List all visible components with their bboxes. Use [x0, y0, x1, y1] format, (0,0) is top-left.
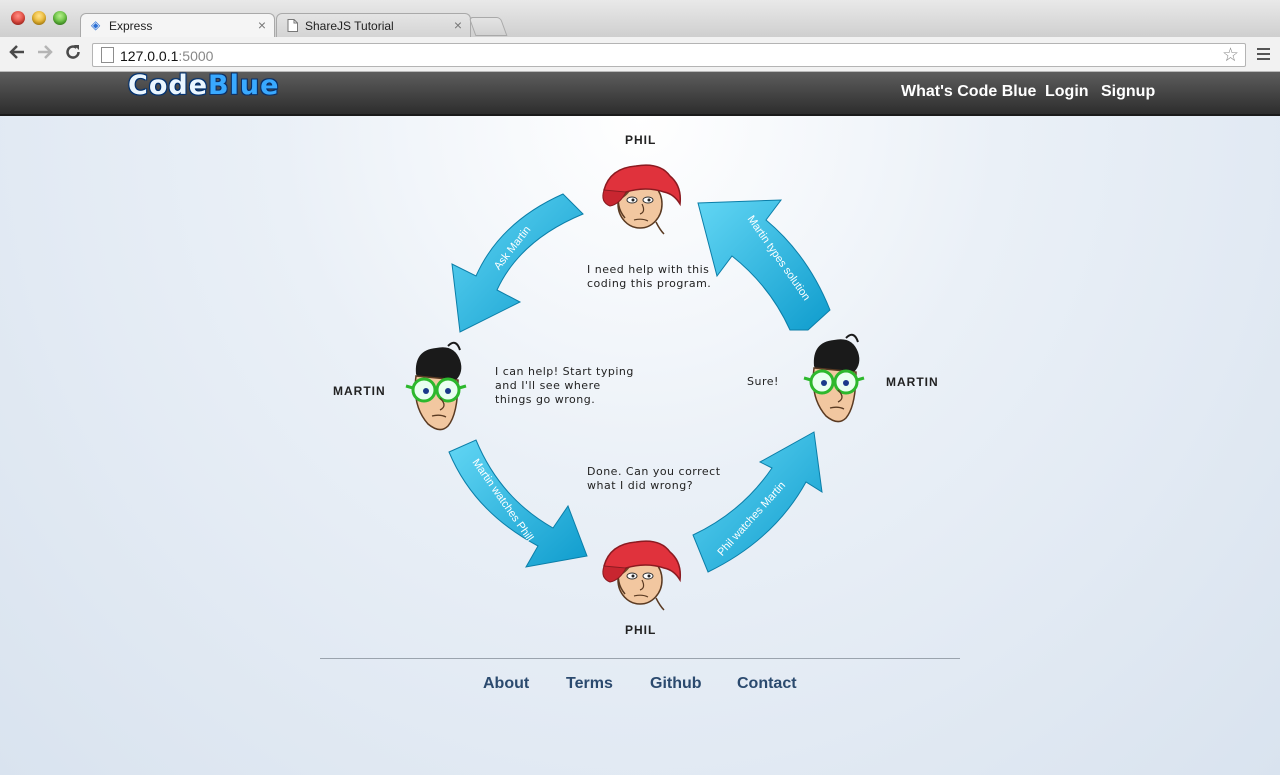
arrow-martin-watches-phill: Martin watches Phill — [448, 439, 588, 568]
arrow-martin-types-solution: Martin types solution — [697, 199, 831, 331]
arrow-ask-martin: Ask Martin — [451, 193, 584, 333]
speech-phil-top: I need help with this coding this progra… — [587, 263, 712, 290]
tab-label: Express — [109, 19, 153, 33]
label-phil-top: PHIL — [625, 133, 657, 147]
phil-bottom-avatar — [602, 540, 682, 611]
footer-link-terms[interactable]: Terms — [566, 675, 613, 693]
label-martin-left: MARTIN — [333, 384, 386, 398]
footer-divider — [320, 658, 960, 659]
martin-right-avatar — [802, 333, 866, 424]
footer-link-contact[interactable]: Contact — [737, 675, 797, 693]
speech-martin-right: Sure! — [747, 375, 779, 388]
express-favicon-icon: ◈ — [91, 18, 101, 32]
footer-link-github[interactable]: Github — [650, 675, 702, 693]
label-phil-bottom: PHIL — [625, 623, 657, 637]
close-icon[interactable]: × — [258, 17, 266, 33]
phil-top-avatar — [602, 164, 682, 235]
speech-martin-left: I can help! Start typing and I'll see wh… — [495, 365, 634, 406]
footer-link-about[interactable]: About — [483, 675, 529, 693]
label-martin-right: MARTIN — [886, 375, 939, 389]
tab-express[interactable]: ◈ Express × — [80, 13, 275, 37]
arrow-phil-watches-martin: Phil watches Martin — [692, 431, 823, 573]
martin-left-avatar — [404, 341, 468, 432]
speech-phil-bottom: Done. Can you correct what I did wrong? — [587, 465, 721, 492]
